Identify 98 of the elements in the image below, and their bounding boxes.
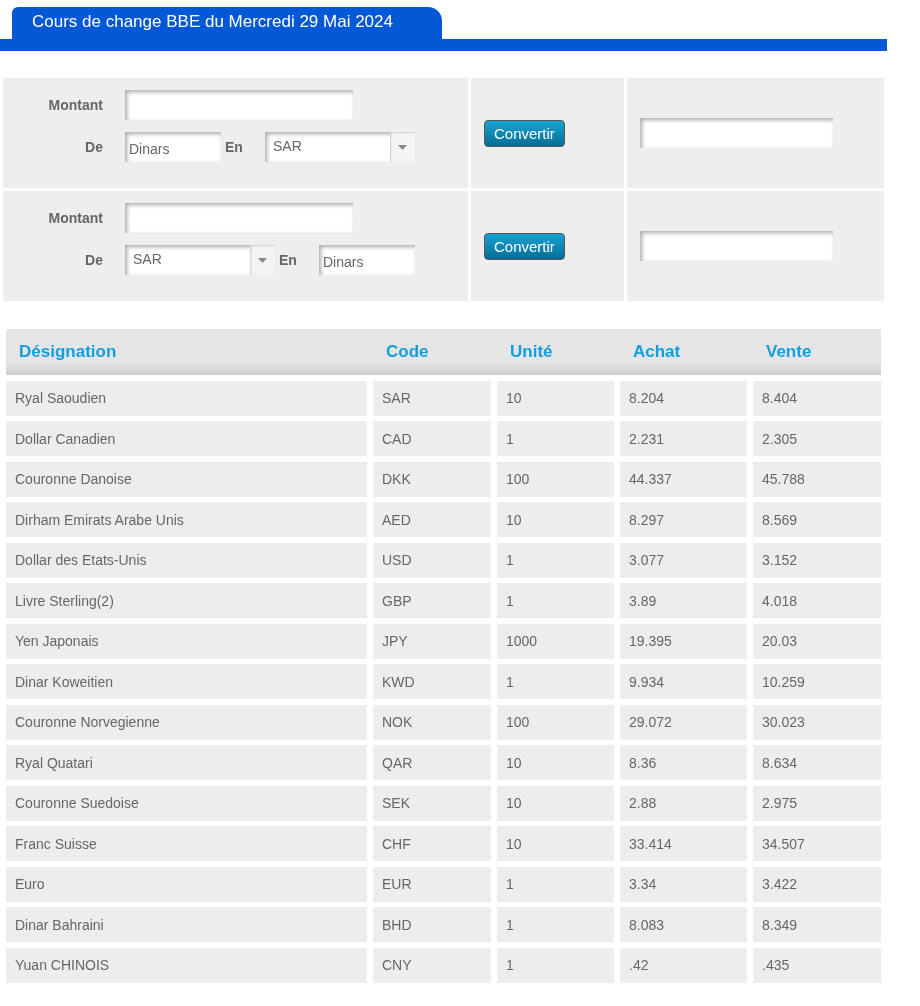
table-cell: 45.788 xyxy=(753,461,881,497)
currency-field[interactable]: Dinars xyxy=(125,132,221,162)
table-cell: 8.569 xyxy=(753,502,881,537)
caret-icon xyxy=(258,257,267,263)
field-label: De xyxy=(84,139,103,155)
field-label: Montant xyxy=(47,97,103,113)
currency-dropdown[interactable]: SAR xyxy=(265,132,415,162)
table-cell: 100 xyxy=(497,704,614,740)
table-cell: EUR xyxy=(373,866,491,902)
table-cell: BHD xyxy=(373,907,491,942)
table-cell: Couronne Suedoise xyxy=(6,785,367,821)
table-cell: 8.204 xyxy=(620,380,747,416)
table-cell: 1 xyxy=(497,583,614,618)
table-cell: Livre Sterling(2) xyxy=(6,583,367,618)
table-cell: 9.934 xyxy=(620,664,747,699)
field-label: Montant xyxy=(47,210,103,226)
table-cell: 10 xyxy=(497,380,614,416)
table-cell: 33.414 xyxy=(620,826,747,861)
table-cell: 10 xyxy=(497,785,614,821)
table-cell: 2.305 xyxy=(753,421,881,456)
table-cell: SAR xyxy=(373,380,491,416)
table-cell: CHF xyxy=(373,826,491,861)
column-header: Désignation xyxy=(18,342,118,362)
result-field[interactable] xyxy=(640,118,833,148)
table-cell: USD xyxy=(373,542,491,578)
table-cell: 3.152 xyxy=(753,542,881,578)
table-cell: 3.89 xyxy=(620,583,747,618)
table-cell: Yuan CHINOIS xyxy=(6,947,367,983)
table-cell: 4.018 xyxy=(753,583,881,618)
table-cell: Dirham Emirats Arabe Unis xyxy=(6,502,367,537)
table-cell: 34.507 xyxy=(753,826,881,861)
column-header: Unité xyxy=(509,342,554,362)
table-cell: 10 xyxy=(497,502,614,537)
table-cell: Yen Japonais xyxy=(6,623,367,659)
currency-field[interactable]: Dinars xyxy=(319,245,415,275)
table-cell: 29.072 xyxy=(620,704,747,740)
caret-icon xyxy=(398,144,407,150)
table-cell: AED xyxy=(373,502,491,537)
table-cell: 30.023 xyxy=(753,704,881,740)
table-cell: .42 xyxy=(620,947,747,983)
table-cell: Couronne Danoise xyxy=(6,461,367,497)
table-cell: 8.083 xyxy=(620,907,747,942)
table-cell: 8.349 xyxy=(753,907,881,942)
table-cell: 8.634 xyxy=(753,745,881,780)
table-cell: 100 xyxy=(497,461,614,497)
table-cell: DKK xyxy=(373,461,491,497)
table-cell: Dinar Koweitien xyxy=(6,664,367,699)
table-cell: 1 xyxy=(497,907,614,942)
result-field[interactable] xyxy=(640,231,833,261)
table-cell: KWD xyxy=(373,664,491,699)
table-cell: 10.259 xyxy=(753,664,881,699)
column-header: Code xyxy=(385,342,430,362)
table-cell: 8.36 xyxy=(620,745,747,780)
table-cell: 1 xyxy=(497,664,614,699)
table-cell: .435 xyxy=(753,947,881,983)
table-cell: 10 xyxy=(497,826,614,861)
table-cell: 1 xyxy=(497,542,614,578)
table-cell: JPY xyxy=(373,623,491,659)
table-cell: Euro xyxy=(6,866,367,902)
table-cell: 1 xyxy=(497,421,614,456)
table-cell: 1 xyxy=(497,866,614,902)
table-cell: 1 xyxy=(497,947,614,983)
column-header: Achat xyxy=(632,342,682,362)
table-cell: GBP xyxy=(373,583,491,618)
table-cell: Ryal Quatari xyxy=(6,745,367,780)
field-label: En xyxy=(224,139,244,155)
table-cell: 3.34 xyxy=(620,866,747,902)
table-cell: 8.404 xyxy=(753,380,881,416)
table-cell: Dollar Canadien xyxy=(6,421,367,456)
table-cell: 10 xyxy=(497,745,614,780)
amount-field[interactable] xyxy=(125,90,353,120)
table-cell: 2.88 xyxy=(620,785,747,821)
table-cell: 2.975 xyxy=(753,785,881,821)
table-cell: SEK xyxy=(373,785,491,821)
convert-button[interactable]: Convertir xyxy=(484,232,565,260)
table-cell: CAD xyxy=(373,421,491,456)
table-cell: Franc Suisse xyxy=(6,826,367,861)
table-cell: 20.03 xyxy=(753,623,881,659)
table-cell: Couronne Norvegienne xyxy=(6,704,367,740)
field-label: En xyxy=(278,252,298,268)
column-header: Vente xyxy=(765,342,813,362)
currency-dropdown[interactable]: SAR xyxy=(125,245,275,275)
table-cell: Dinar Bahraini xyxy=(6,907,367,942)
table-cell: Dollar des Etats-Unis xyxy=(6,542,367,578)
table-cell: 3.422 xyxy=(753,866,881,902)
table-cell: 8.297 xyxy=(620,502,747,537)
amount-field[interactable] xyxy=(125,203,353,233)
table-cell: QAR xyxy=(373,745,491,780)
table-cell: 44.337 xyxy=(620,461,747,497)
table-cell: 1000 xyxy=(497,623,614,659)
table-cell: 3.077 xyxy=(620,542,747,578)
field-label: De xyxy=(84,252,103,268)
table-cell: 2.231 xyxy=(620,421,747,456)
table-cell: NOK xyxy=(373,704,491,740)
table-cell: 19.395 xyxy=(620,623,747,659)
convert-button[interactable]: Convertir xyxy=(484,119,565,147)
table-cell: Ryal Saoudien xyxy=(6,380,367,416)
table-cell: CNY xyxy=(373,947,491,983)
